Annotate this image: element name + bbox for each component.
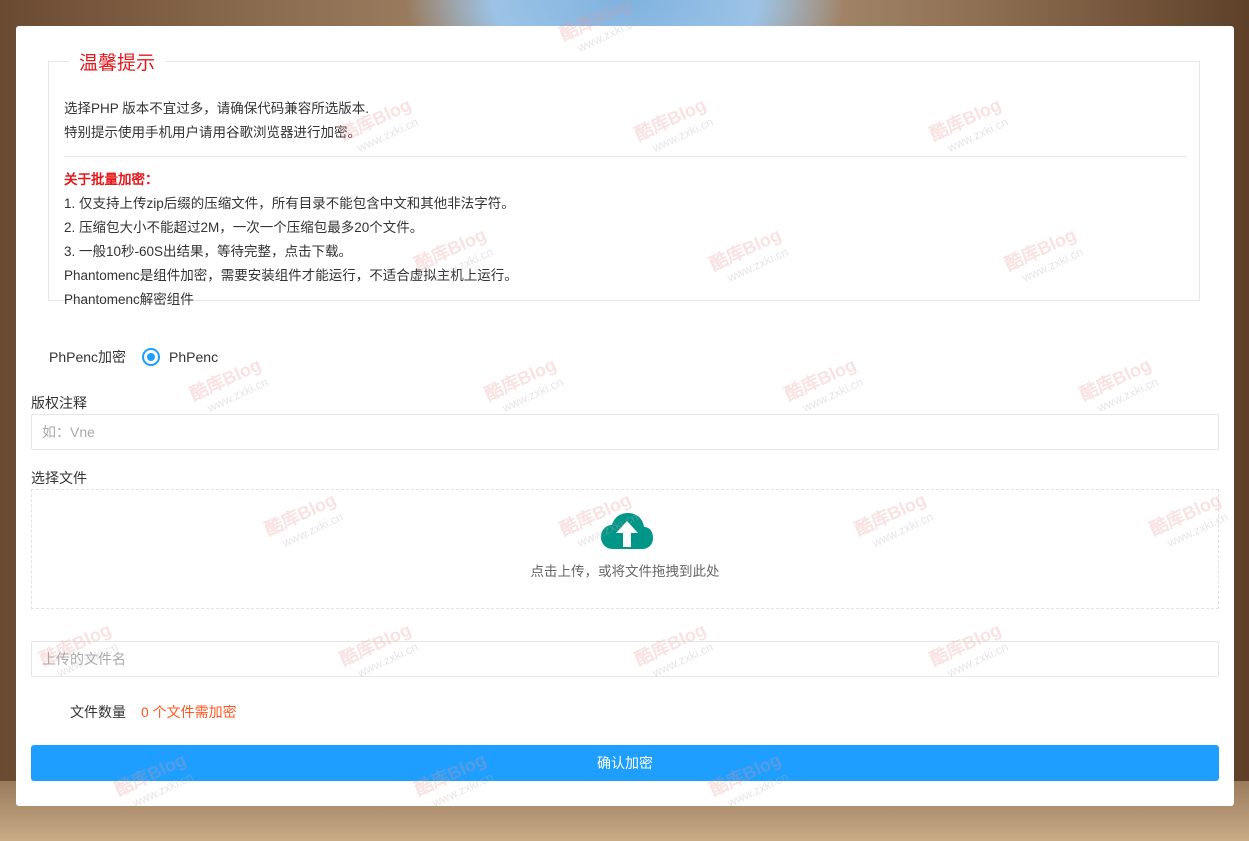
upload-dropzone[interactable]: 点击上传，或将文件拖拽到此处 xyxy=(31,489,1219,609)
phpenc-radio-label[interactable]: PhPenc xyxy=(169,349,218,365)
tips-panel: 温馨提示 选择PHP 版本不宜过多，请确保代码兼容所选版本. 特别提示使用手机用… xyxy=(48,48,1200,307)
file-count-row: 文件数量 0 个文件需加密 xyxy=(70,702,237,722)
tips-line: Phantomenc是组件加密，需要安装组件才能运行，不适合虚拟主机上运行。 xyxy=(64,268,518,283)
select-file-label: 选择文件 xyxy=(31,470,87,486)
encrypt-type-row: PhPenc加密 PhPenc xyxy=(49,345,218,369)
tips-body: 选择PHP 版本不宜过多，请确保代码兼容所选版本. 特别提示使用手机用户请用谷歌… xyxy=(64,97,1186,312)
copyright-input[interactable] xyxy=(31,414,1219,450)
encrypt-form-card: 温馨提示 选择PHP 版本不宜过多，请确保代码兼容所选版本. 特别提示使用手机用… xyxy=(16,26,1234,806)
tips-title: 温馨提示 xyxy=(79,53,156,74)
tips-divider xyxy=(64,156,1186,157)
phpenc-radio[interactable] xyxy=(142,348,161,366)
file-count-value: 0 个文件需加密 xyxy=(141,704,237,720)
copyright-label: 版权注释 xyxy=(31,395,87,411)
confirm-encrypt-button[interactable]: 确认加密 xyxy=(31,745,1219,781)
tips-line: 3. 一般10秒-60S出结果，等待完整，点击下载。 xyxy=(64,244,353,259)
tips-line: 特别提示使用手机用户请用谷歌浏览器进行加密。 xyxy=(64,125,361,140)
tips-line: 2. 压缩包大小不能超过2M，一次一个压缩包最多20个文件。 xyxy=(64,220,424,235)
file-count-label: 文件数量 xyxy=(70,704,126,720)
batch-title: 关于批量加密： xyxy=(64,172,159,187)
tips-line: 选择PHP 版本不宜过多，请确保代码兼容所选版本. xyxy=(64,101,370,116)
tips-line: Phantomenc解密组件 xyxy=(64,292,194,307)
upload-hint: 点击上传，或将文件拖拽到此处 xyxy=(530,564,720,579)
tips-line: 1. 仅支持上传zip后缀的压缩文件，所有目录不能包含中文和其他非法字符。 xyxy=(64,196,515,211)
encrypt-type-label: PhPenc加密 xyxy=(49,349,127,365)
uploaded-filename-input[interactable] xyxy=(31,641,1219,677)
cloud-upload-icon xyxy=(601,513,653,549)
